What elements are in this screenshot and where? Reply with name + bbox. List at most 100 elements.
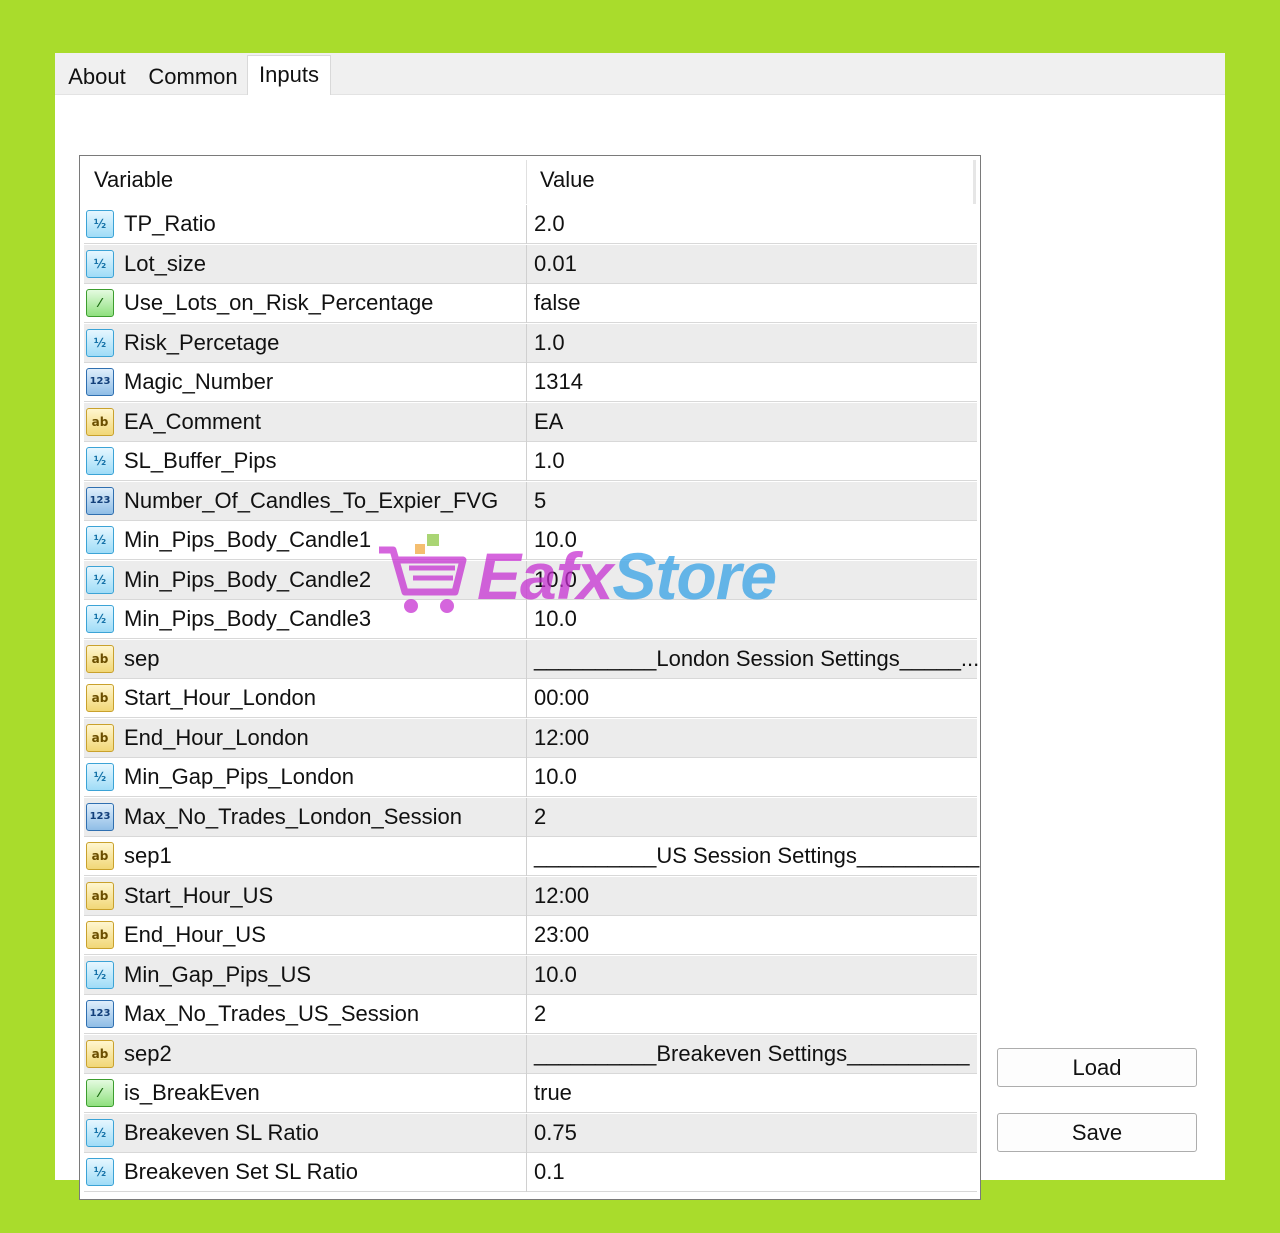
variable-name: sep2 xyxy=(124,1040,172,1066)
variable-name: Use_Lots_on_Risk_Percentage xyxy=(124,290,434,315)
table-row[interactable]: ½ Min_Pips_Body_Candle2 10.0 xyxy=(84,560,977,600)
double-icon: ½ xyxy=(86,210,114,238)
variable-name: SL_Buffer_Pips xyxy=(124,448,277,473)
variable-name: Min_Pips_Body_Candle3 xyxy=(124,606,372,631)
variable-value[interactable]: 10.0 xyxy=(534,956,577,994)
integer-icon: 123 xyxy=(86,802,114,831)
column-header-value[interactable]: Value xyxy=(540,156,595,204)
variable-value[interactable]: 2 xyxy=(534,798,546,836)
table-row[interactable]: ½ Risk_Percetage 1.0 xyxy=(84,323,977,363)
table-row[interactable]: ½ Min_Gap_Pips_US 10.0 xyxy=(84,955,977,995)
tab-inputs[interactable]: Inputs xyxy=(247,55,331,96)
tab-bar: About Common Inputs xyxy=(55,53,1225,96)
table-row[interactable]: ab End_Hour_US 23:00 xyxy=(84,916,977,955)
table-row[interactable]: ab sep __________London Session Settings__… xyxy=(84,639,979,679)
variable-value[interactable]: 12:00 xyxy=(534,719,589,757)
cell-divider xyxy=(526,955,527,995)
table-row[interactable]: ⁄ Use_Lots_on_Risk_Percentage false xyxy=(84,284,977,323)
column-header-variable[interactable]: Variable xyxy=(94,156,173,204)
string-icon: ab xyxy=(86,842,114,870)
column-divider[interactable] xyxy=(526,160,527,204)
table-row[interactable]: ½ TP_Ratio 2.0 xyxy=(84,205,977,244)
variable-value[interactable]: 2 xyxy=(534,995,546,1033)
variable-value[interactable]: EA xyxy=(534,403,563,441)
table-row[interactable]: ½ SL_Buffer_Pips 1.0 xyxy=(84,442,977,481)
variable-name: Lot_size xyxy=(124,250,206,276)
table-row[interactable]: 123 Max_No_Trades_US_Session 2 xyxy=(84,995,977,1034)
table-row[interactable]: ½ Lot_size 0.01 xyxy=(84,244,977,284)
table-row[interactable]: ½ Min_Gap_Pips_London 10.0 xyxy=(84,758,977,797)
double-icon: ½ xyxy=(86,447,114,475)
table-row[interactable]: 123 Max_No_Trades_London_Session 2 xyxy=(84,797,977,837)
variable-name: sep xyxy=(124,645,160,671)
cell-divider xyxy=(526,797,527,837)
cell-divider xyxy=(526,600,527,639)
variable-value[interactable]: 0.01 xyxy=(534,245,577,283)
table-row[interactable]: ½ Min_Pips_Body_Candle3 10.0 xyxy=(84,600,977,639)
cell-divider xyxy=(526,718,527,758)
variable-name: Min_Gap_Pips_US xyxy=(124,961,312,987)
table-row[interactable]: ab Start_Hour_London 00:00 xyxy=(84,679,977,718)
tab-common[interactable]: Common xyxy=(145,59,241,94)
variable-value[interactable]: 1.0 xyxy=(534,324,565,362)
string-icon: ab xyxy=(86,407,114,436)
table-row[interactable]: ½ Breakeven Set SL Ratio 0.1 xyxy=(84,1153,977,1192)
string-icon: ab xyxy=(86,1039,114,1068)
cell-divider xyxy=(526,363,527,402)
cell-divider xyxy=(526,481,527,521)
load-button[interactable]: Load xyxy=(997,1048,1197,1087)
variable-name: Min_Pips_Body_Candle1 xyxy=(124,527,372,552)
integer-icon: 123 xyxy=(86,486,114,515)
expert-properties-dialog: About Common Inputs Variable Value ½ TP_R… xyxy=(55,53,1225,1200)
variable-value[interactable]: 0.75 xyxy=(534,1114,577,1152)
table-row[interactable]: ab EA_Comment EA xyxy=(84,402,977,442)
table-row[interactable]: ⁄ is_BreakEven true xyxy=(84,1074,977,1113)
variable-value[interactable]: __________London Session Settings_____..… xyxy=(534,640,979,678)
variable-value[interactable]: 10.0 xyxy=(534,758,577,796)
variable-name: Max_No_Trades_US_Session xyxy=(124,1001,420,1026)
variable-value[interactable]: 1314 xyxy=(534,363,583,401)
tab-about[interactable]: About xyxy=(61,59,133,94)
double-icon: ½ xyxy=(86,249,114,278)
variable-value[interactable]: __________US Session Settings__________ xyxy=(534,837,979,875)
inputs-panel: Variable Value ½ TP_Ratio 2.0 ½ Lot_size 0.01… xyxy=(55,95,1225,1200)
variable-value[interactable]: 5 xyxy=(534,482,546,520)
variable-name: Number_Of_Candles_To_Expier_FVG xyxy=(124,487,499,513)
scrollbar-edge[interactable] xyxy=(973,160,976,204)
variable-value[interactable]: 10.0 xyxy=(534,521,577,559)
cell-divider xyxy=(526,1074,527,1113)
table-row[interactable]: ab End_Hour_London 12:00 xyxy=(84,718,977,758)
table-row[interactable]: ½ Breakeven SL Ratio 0.75 xyxy=(84,1113,977,1153)
variable-value[interactable]: 00:00 xyxy=(534,679,589,717)
variable-value[interactable]: 0.1 xyxy=(534,1153,565,1191)
table-row[interactable]: 123 Magic_Number 1314 xyxy=(84,363,977,402)
variable-name: End_Hour_US xyxy=(124,922,266,947)
table-row[interactable]: ab sep2 __________Breakeven Settings______… xyxy=(84,1034,977,1074)
cell-divider xyxy=(526,560,527,600)
string-icon: ab xyxy=(86,881,114,910)
table-row[interactable]: ½ Min_Pips_Body_Candle1 10.0 xyxy=(84,521,977,560)
cell-divider xyxy=(526,679,527,718)
variable-value[interactable]: 10.0 xyxy=(534,561,577,599)
variable-value[interactable]: __________Breakeven Settings__________ xyxy=(534,1035,970,1073)
save-button[interactable]: Save xyxy=(997,1113,1197,1152)
variable-name: is_BreakEven xyxy=(124,1080,260,1105)
variable-value[interactable]: 12:00 xyxy=(534,877,589,915)
table-row[interactable]: ab Start_Hour_US 12:00 xyxy=(84,876,977,916)
variable-value[interactable]: true xyxy=(534,1074,572,1112)
variable-value[interactable]: 23:00 xyxy=(534,916,589,954)
variable-value[interactable]: false xyxy=(534,284,580,322)
cell-divider xyxy=(526,284,527,323)
variable-value[interactable]: 10.0 xyxy=(534,600,577,638)
string-icon: ab xyxy=(86,644,114,673)
cell-divider xyxy=(526,323,527,363)
cell-divider xyxy=(526,1113,527,1153)
variable-name: Min_Gap_Pips_London xyxy=(124,764,354,789)
table-row[interactable]: 123 Number_Of_Candles_To_Expier_FVG 5 xyxy=(84,481,977,521)
variable-value[interactable]: 2.0 xyxy=(534,205,565,243)
table-row[interactable]: ab sep1 __________US Session Settings_____… xyxy=(84,837,979,876)
variable-name: Risk_Percetage xyxy=(124,329,280,355)
variable-value[interactable]: 1.0 xyxy=(534,442,565,480)
double-icon: ½ xyxy=(86,960,114,989)
string-icon: ab xyxy=(86,921,114,949)
